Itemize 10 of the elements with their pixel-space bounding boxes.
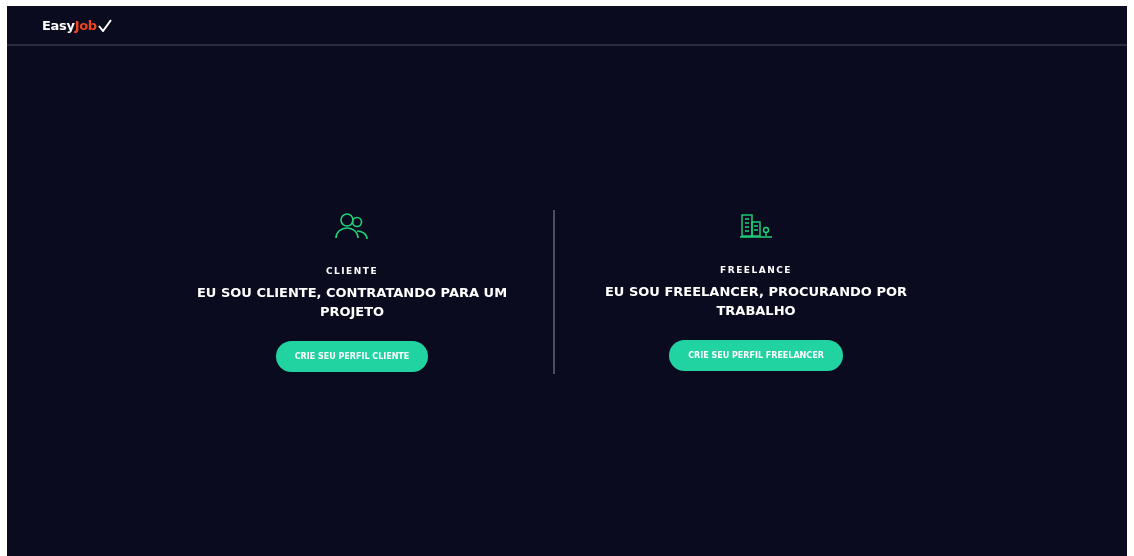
option-title: EU SOU FREELANCER, PROCURANDO POR TRABALHO (603, 283, 909, 320)
create-profile-button[interactable]: CRIE SEU PERFIL FREELANCER (669, 340, 843, 371)
buildings-icon (739, 213, 773, 239)
option-title: EU SOU CLIENTE, CONTRATANDO PARA UM PROJETO (195, 284, 509, 321)
people-icon (335, 212, 369, 240)
option-label: FREELANCE (720, 265, 792, 275)
create-profile-button[interactable]: CRIE SEU PERFIL CLIENTE (275, 341, 429, 372)
option-label: CLIENTE (325, 266, 379, 276)
checkmark-icon (97, 18, 112, 32)
logo[interactable]: EasyJob (42, 17, 97, 33)
